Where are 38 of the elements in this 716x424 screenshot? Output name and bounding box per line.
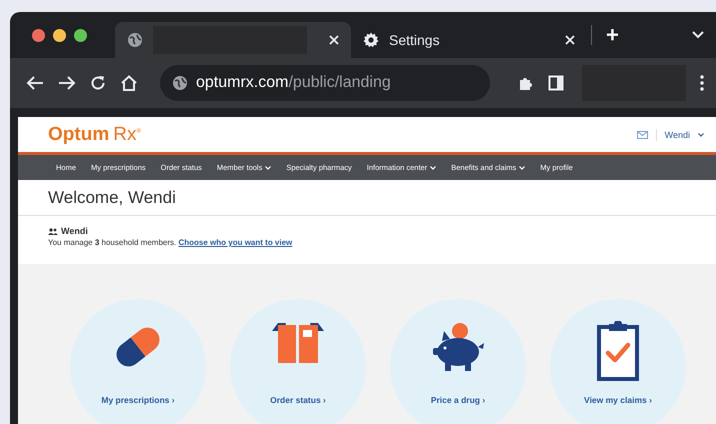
close-window-button[interactable] xyxy=(32,28,45,42)
close-tab-icon[interactable] xyxy=(565,35,575,45)
welcome-heading: Welcome, Wendi xyxy=(18,180,716,216)
chevron-down-icon xyxy=(265,166,272,170)
shortcut-tile[interactable]: My prescriptions › xyxy=(70,299,206,424)
piggy-bank-icon xyxy=(430,321,486,373)
minimize-window-button[interactable] xyxy=(53,28,66,42)
shortcut-tile[interactable]: Order status › xyxy=(230,299,366,424)
household-name: Wendi xyxy=(61,226,88,236)
box-icon xyxy=(270,321,326,365)
reload-icon[interactable] xyxy=(90,75,106,91)
browser-tab[interactable]: Settings xyxy=(351,22,587,58)
tab-title: Settings xyxy=(389,32,440,48)
zoom-window-button[interactable] xyxy=(74,28,87,42)
people-icon xyxy=(48,228,58,234)
forward-icon[interactable] xyxy=(58,75,76,91)
shortcut-tile[interactable]: Price a drug › xyxy=(390,299,526,424)
home-icon[interactable] xyxy=(120,75,138,91)
chevron-down-icon xyxy=(430,166,436,170)
new-tab-button[interactable]: + xyxy=(596,22,629,48)
side-panel-icon[interactable] xyxy=(548,75,564,91)
mail-icon[interactable] xyxy=(636,130,648,138)
back-icon[interactable] xyxy=(26,75,44,91)
chevron-down-icon xyxy=(519,166,526,170)
gear-icon xyxy=(363,32,379,48)
clipboard-check-icon xyxy=(596,321,640,381)
user-menu[interactable]: Wendi xyxy=(664,130,690,140)
shortcut-tile[interactable]: View my claims › xyxy=(550,299,686,424)
globe-icon xyxy=(127,32,143,48)
close-tab-icon[interactable] xyxy=(329,35,339,45)
choose-member-link[interactable]: Choose who you want to view xyxy=(178,238,292,247)
globe-icon xyxy=(172,75,188,91)
address-bar[interactable]: optumrx.com/public/landing xyxy=(160,65,490,101)
household-text: You manage 3 household members. xyxy=(48,238,176,247)
puzzle-icon[interactable] xyxy=(518,75,534,91)
chevron-down-icon xyxy=(698,132,704,136)
menu-icon[interactable] xyxy=(700,75,704,91)
chevron-down-icon[interactable] xyxy=(692,31,704,39)
